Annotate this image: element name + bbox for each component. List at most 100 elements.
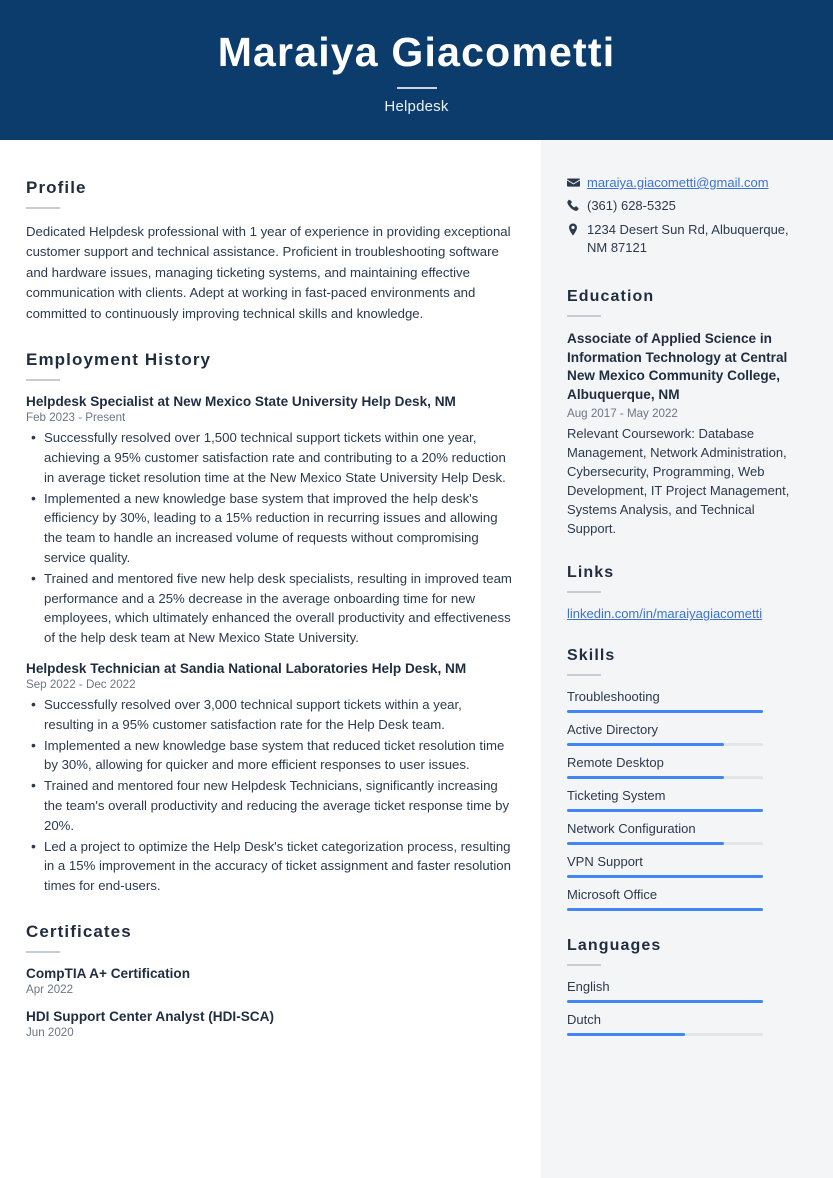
envelope-icon xyxy=(567,174,587,189)
profile-text: Dedicated Helpdesk professional with 1 y… xyxy=(26,224,511,321)
contact-details: maraiya.giacometti@gmail.com (361) 628-53… xyxy=(567,174,803,258)
skill-item-level-track xyxy=(567,710,763,714)
job-bullet: Trained and mentored five new help desk … xyxy=(26,568,513,648)
profile-heading-rule xyxy=(26,207,60,209)
certificates-heading-rule xyxy=(26,951,60,953)
section-education: Education Associate of Applied Science i… xyxy=(567,288,803,539)
language-item-level-track xyxy=(567,1000,763,1004)
skill-item: Troubleshooting xyxy=(567,689,803,714)
certificate-list: CompTIA A+ Certification Apr 2022 HDI Supp… xyxy=(26,966,513,1039)
skill-item: Active Directory xyxy=(567,722,803,747)
skill-item: Network Configuration xyxy=(567,821,803,846)
skill-item: VPN Support xyxy=(567,854,803,879)
section-links: Links linkedin.com/in/maraiyagiacometti xyxy=(567,564,803,621)
links-heading: Links xyxy=(567,564,615,582)
skill-item-level-fill xyxy=(567,710,763,714)
link-linkedin[interactable]: linkedin.com/in/maraiyagiacometti xyxy=(567,606,803,621)
job-bullet: Trained and mentored four new Helpdesk T… xyxy=(26,775,513,835)
section-employment-history: Employment History Helpdesk Specialist a… xyxy=(26,350,513,896)
skill-item-level-track xyxy=(567,776,763,780)
skill-item-level-fill xyxy=(567,776,724,780)
certificates-heading: Certificates xyxy=(26,922,132,941)
contact-row: (361) 628-5325 xyxy=(567,197,803,215)
skill-item-level-track xyxy=(567,842,763,846)
job-bullet: Successfully resolved over 3,000 technic… xyxy=(26,694,513,735)
contact-row: 1234 Desert Sun Rd, Albuquerque, NM 8712… xyxy=(567,221,803,258)
contact-email-link[interactable]: maraiya.giacometti@gmail.com xyxy=(587,174,769,192)
skill-item-label: Microsoft Office xyxy=(567,887,658,903)
language-item-level-fill xyxy=(567,1033,685,1037)
job-entry: Helpdesk Specialist at New Mexico State … xyxy=(26,394,513,648)
certificate-date: Apr 2022 xyxy=(26,983,74,996)
education-dates: Aug 2017 - May 2022 xyxy=(567,406,678,420)
employment-heading: Employment History xyxy=(26,350,212,370)
links-heading-rule xyxy=(567,591,601,594)
language-item: Dutch xyxy=(567,1012,803,1037)
job-entry: Helpdesk Technician at Sandia National L… xyxy=(26,661,513,896)
job-bullet-list: Successfully resolved over 3,000 technic… xyxy=(26,694,513,896)
skill-item-level-track xyxy=(567,908,763,912)
skills-heading: Skills xyxy=(567,647,616,665)
contact-phone: (361) 628-5325 xyxy=(587,198,676,214)
language-item-level-track xyxy=(567,1033,763,1037)
education-title: Associate of Applied Science in Informat… xyxy=(567,330,788,403)
skill-item-level-track xyxy=(567,875,763,879)
skill-item-label: Active Directory xyxy=(567,722,659,738)
job-bullet: Led a project to optimize the Help Desk'… xyxy=(26,836,513,896)
header-divider xyxy=(396,86,437,89)
language-item: English xyxy=(567,979,803,1004)
languages-heading: Languages xyxy=(567,937,662,955)
main-column: Profile Dedicated Helpdesk professional … xyxy=(0,140,541,1178)
job-title: Helpdesk Technician at Sandia National L… xyxy=(26,661,467,677)
phone-icon xyxy=(567,197,587,212)
section-skills: Skills Troubleshooting Active Directory Re… xyxy=(567,647,803,912)
language-list: English Dutch xyxy=(567,979,803,1037)
language-item-label: English xyxy=(567,979,610,995)
certificate-entry: HDI Support Center Analyst (HDI-SCA) Jun … xyxy=(26,1009,513,1039)
education-heading: Education xyxy=(567,287,655,305)
skill-item-level-fill xyxy=(567,743,724,747)
resume-page: Maraiya Giacometti Helpdesk Profile Dedi… xyxy=(0,0,833,1178)
section-languages: Languages English Dutch xyxy=(567,937,803,1037)
profile-heading: Profile xyxy=(26,178,87,197)
skill-item-label: VPN Support xyxy=(567,854,643,870)
language-item-level-fill xyxy=(567,1000,763,1004)
skills-heading-rule xyxy=(567,674,601,677)
skill-item-level-fill xyxy=(567,875,763,879)
education-heading-rule xyxy=(567,314,601,317)
contact-address: 1234 Desert Sun Rd, Albuquerque, NM 8712… xyxy=(587,221,789,256)
skill-item-level-fill xyxy=(567,842,724,846)
certificate-entry: CompTIA A+ Certification Apr 2022 xyxy=(26,966,513,996)
skill-item: Microsoft Office xyxy=(567,887,803,912)
language-item-label: Dutch xyxy=(567,1012,601,1028)
candidate-job-title: Helpdesk xyxy=(384,97,449,115)
job-list: Helpdesk Specialist at New Mexico State … xyxy=(26,394,513,896)
candidate-name: Maraiya Giacometti xyxy=(217,29,616,76)
certificate-title: CompTIA A+ Certification xyxy=(26,966,191,981)
skill-item: Remote Desktop xyxy=(567,755,803,780)
job-dates: Feb 2023 - Present xyxy=(26,411,126,425)
skill-item-label: Ticketing System xyxy=(567,788,666,804)
job-bullet: Implemented a new knowledge base system … xyxy=(26,735,513,776)
location-pin-icon xyxy=(567,221,587,236)
section-certificates: Certificates CompTIA A+ Certification Apr… xyxy=(26,922,513,1039)
job-bullet-list: Successfully resolved over 1,500 technic… xyxy=(26,427,513,648)
resume-body: Profile Dedicated Helpdesk professional … xyxy=(0,140,833,1178)
skill-item-level-track xyxy=(567,743,763,747)
section-profile: Profile Dedicated Helpdesk professional … xyxy=(26,178,513,324)
skill-list: Troubleshooting Active Directory Remote De… xyxy=(567,689,803,912)
skill-item-level-fill xyxy=(567,908,763,912)
education-description: Relevant Coursework: Database Management… xyxy=(567,425,790,537)
skill-item-label: Network Configuration xyxy=(567,821,696,837)
certificate-title: HDI Support Center Analyst (HDI-SCA) xyxy=(26,1009,274,1024)
skill-item-label: Troubleshooting xyxy=(567,689,660,705)
certificate-date: Jun 2020 xyxy=(26,1026,74,1039)
job-bullet: Successfully resolved over 1,500 technic… xyxy=(26,427,513,487)
skill-item-label: Remote Desktop xyxy=(567,755,664,771)
languages-heading-rule xyxy=(567,964,601,967)
skill-item: Ticketing System xyxy=(567,788,803,813)
job-dates: Sep 2022 - Dec 2022 xyxy=(26,678,136,692)
contact-row: maraiya.giacometti@gmail.com xyxy=(567,174,803,192)
employment-heading-rule xyxy=(26,379,60,382)
job-title: Helpdesk Specialist at New Mexico State … xyxy=(26,394,456,410)
